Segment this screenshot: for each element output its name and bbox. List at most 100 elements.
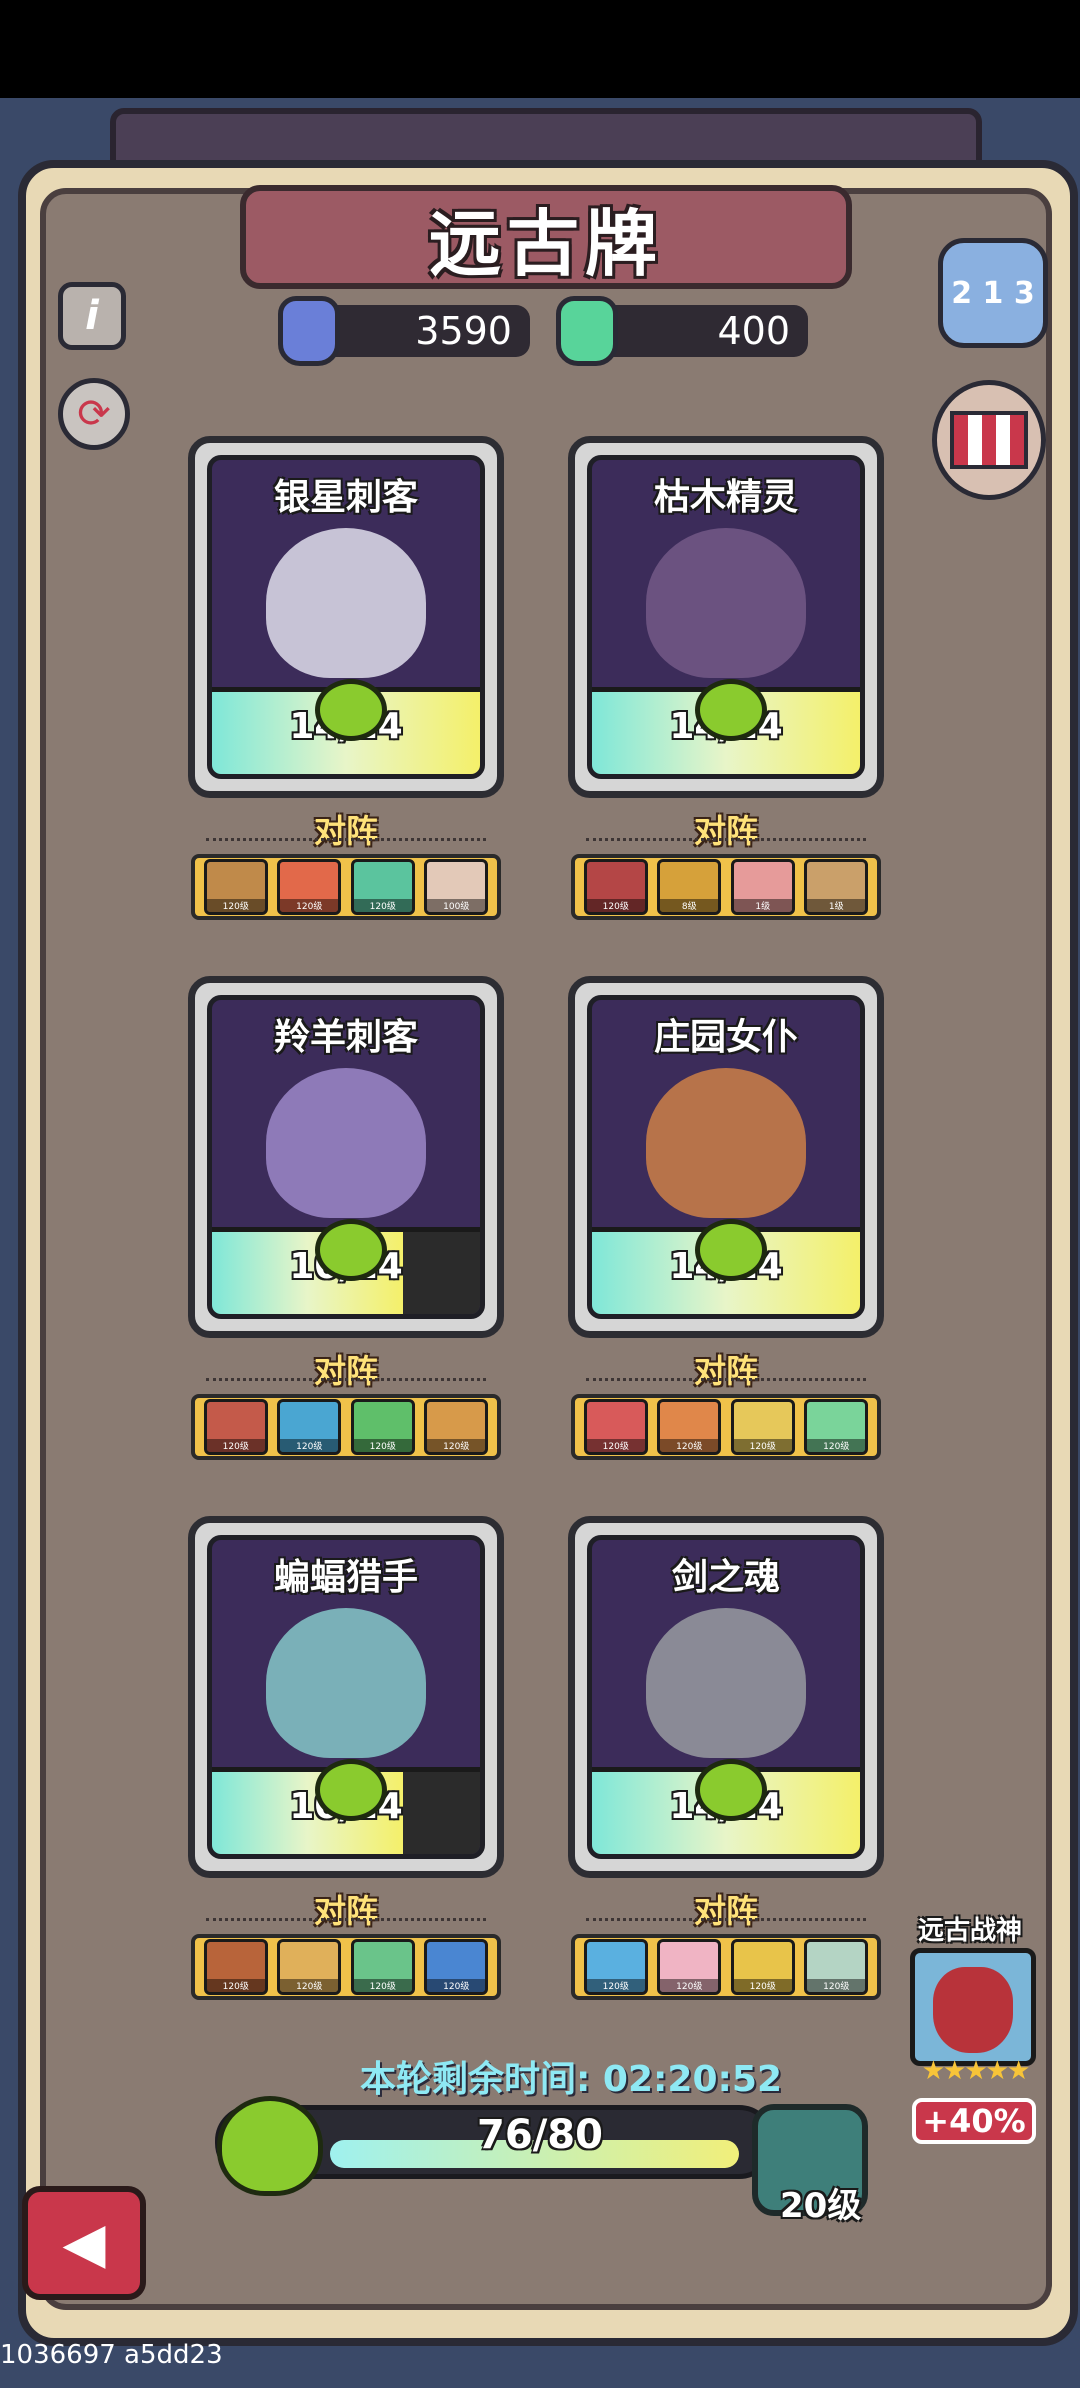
hero-level: 120级	[206, 1439, 265, 1452]
hero-level: 120级	[206, 1979, 265, 1992]
green-bean-icon	[695, 679, 767, 741]
opponent-hero-avatar: 120级	[277, 1399, 342, 1455]
hero-card[interactable]: 剑之魂14/14	[568, 1516, 884, 1878]
hero-level: 120级	[280, 1979, 339, 1992]
opponent-hero-avatar: 120级	[350, 859, 415, 915]
hero-level: 1级	[807, 899, 866, 912]
shop-icon	[950, 411, 1028, 469]
info-button[interactable]: i	[58, 282, 126, 350]
vs-label: 对阵	[693, 1352, 758, 1390]
dotted-divider	[586, 838, 866, 841]
opponent-team[interactable]: 120级 120级 120级 100级	[191, 854, 501, 920]
opponent-hero-avatar: 120级	[424, 1399, 489, 1455]
hero-level: 120级	[586, 1979, 645, 1992]
refresh-button[interactable]: ⟳	[58, 378, 130, 450]
opponent-hero-avatar: 120级	[350, 1939, 415, 1995]
dotted-divider	[206, 1378, 486, 1381]
opponent-hero-avatar: 120级	[730, 1939, 795, 1995]
boss-portrait[interactable]	[910, 1948, 1036, 2066]
hero-level: 1级	[733, 899, 792, 912]
blue-gem-counter: 3590	[320, 305, 530, 357]
green-bean-icon	[217, 2096, 323, 2196]
title-banner: 远古牌	[240, 185, 852, 289]
hero-level: 120级	[280, 1439, 339, 1452]
hero-level: 120级	[660, 1979, 719, 1992]
boss-label: 远古战神	[918, 1916, 1023, 1946]
boss-bonus-badge: +40%	[912, 2098, 1036, 2144]
dotted-divider	[586, 1918, 866, 1921]
green-crystal-gem-icon	[556, 296, 618, 366]
hero-level: 120级	[807, 1439, 866, 1452]
hero-level: 120级	[807, 1979, 866, 1992]
opponent-team[interactable]: 120级 120级 120级 120级	[571, 1394, 881, 1460]
hero-level: 120级	[427, 1979, 486, 1992]
green-gem-value: 400	[717, 309, 790, 353]
blue-rune-gem-icon	[278, 296, 340, 366]
opponent-hero-avatar: 120级	[350, 1399, 415, 1455]
hero-level: 120级	[733, 1439, 792, 1452]
opponent-team[interactable]: 120级 120级 120级 120级	[571, 1934, 881, 2000]
opponent-hero-avatar: 8级	[657, 859, 722, 915]
hero-level: 120级	[353, 1979, 412, 1992]
opponent-hero-avatar: 120级	[203, 1399, 268, 1455]
bull-warrior-icon	[933, 1967, 1013, 2053]
hero-card[interactable]: 银星刺客14/14	[188, 436, 504, 798]
green-bean-icon	[315, 1219, 387, 1281]
hero-level: 120级	[206, 899, 265, 912]
hero-level: 8级	[660, 899, 719, 912]
xp-text: 76/80	[477, 2112, 603, 2158]
card-name: 庄园女仆	[653, 1017, 798, 1058]
opponent-team[interactable]: 120级 120级 120级 120级	[191, 1934, 501, 2000]
hero-level: 100级	[427, 899, 486, 912]
opponent-hero-avatar: 120级	[657, 1399, 722, 1455]
opponent-hero-avatar: 120级	[730, 1399, 795, 1455]
green-bean-icon	[315, 1759, 387, 1821]
card-name: 剑之魂	[671, 1557, 780, 1598]
back-button[interactable]: ◀	[22, 2186, 146, 2300]
opponent-hero-avatar: 120级	[424, 1939, 489, 1995]
hero-card[interactable]: 枯木精灵14/14	[568, 436, 884, 798]
vs-label: 对阵	[313, 812, 378, 850]
green-bean-icon	[315, 679, 387, 741]
hero-card[interactable]: 羚羊刺客10/14	[188, 976, 504, 1338]
chest-level-label: 20级	[780, 2186, 862, 2226]
opponent-team[interactable]: 120级 8级 1级 1级	[571, 854, 881, 920]
hero-portrait	[646, 1608, 806, 1758]
card-name: 枯木精灵	[653, 477, 798, 518]
card-name: 羚羊刺客	[273, 1017, 418, 1058]
vs-label: 对阵	[693, 1892, 758, 1930]
back-arrow-icon: ◀	[62, 2210, 106, 2276]
hero-card[interactable]: 庄园女仆14/14	[568, 976, 884, 1338]
opponent-hero-avatar: 100级	[424, 859, 489, 915]
opponent-hero-avatar: 120级	[203, 1939, 268, 1995]
boss-stars: ★★★★★	[921, 2056, 1031, 2086]
hero-portrait	[266, 528, 426, 678]
opponent-hero-avatar: 120级	[203, 859, 268, 915]
opponent-hero-avatar: 120级	[804, 1399, 869, 1455]
page-title: 远古牌	[428, 201, 663, 286]
hero-level: 120级	[353, 1439, 412, 1452]
dotted-divider	[206, 838, 486, 841]
opponent-team[interactable]: 120级 120级 120级 120级	[191, 1394, 501, 1460]
hero-portrait	[646, 528, 806, 678]
vs-label: 对阵	[313, 1352, 378, 1390]
podium-icon: 2 1 3	[951, 275, 1035, 311]
round-timer: 本轮剩余时间: 02:20:52	[360, 2059, 783, 2100]
opponent-hero-avatar: 120级	[583, 1939, 648, 1995]
green-bean-icon	[695, 1219, 767, 1281]
opponent-hero-avatar: 120级	[804, 1939, 869, 1995]
hero-level: 120级	[660, 1439, 719, 1452]
shop-button[interactable]	[932, 380, 1046, 500]
hero-card[interactable]: 蝙蝠猎手10/14	[188, 1516, 504, 1878]
dotted-divider	[586, 1378, 866, 1381]
opponent-hero-avatar: 120级	[583, 859, 648, 915]
green-gem-counter: 400	[600, 305, 808, 357]
ranking-button[interactable]: 2 1 3	[938, 238, 1048, 348]
opponent-hero-avatar: 1级	[730, 859, 795, 915]
blue-gem-value: 3590	[415, 309, 512, 353]
hero-level: 120级	[280, 899, 339, 912]
dotted-divider	[206, 1918, 486, 1921]
hero-portrait	[266, 1068, 426, 1218]
opponent-hero-avatar: 120级	[583, 1399, 648, 1455]
hero-portrait	[646, 1068, 806, 1218]
